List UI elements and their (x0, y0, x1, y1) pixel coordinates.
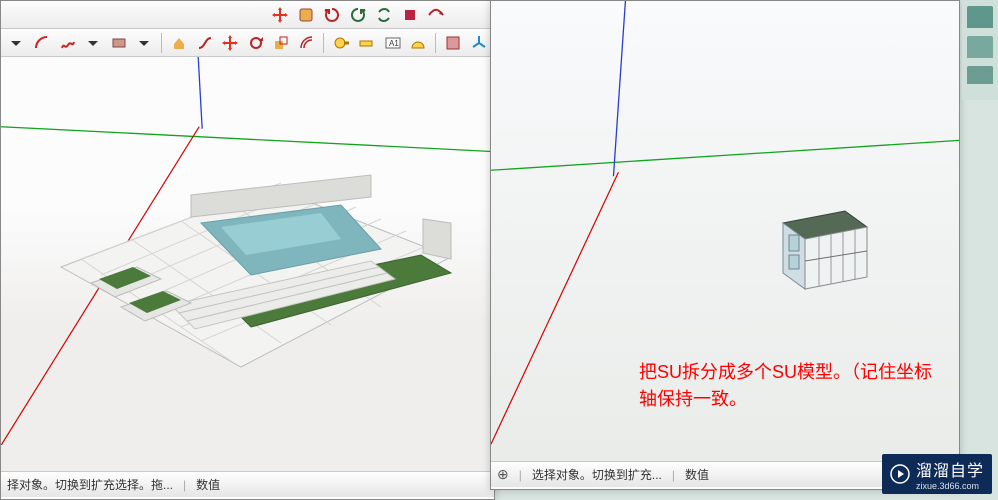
viewport-right[interactable]: 把SU拆分成多个SU模型。（记住坐标 轴保持一致。 (491, 1, 959, 461)
viewport-left[interactable] (1, 57, 494, 471)
move-icon[interactable] (268, 3, 291, 26)
dimension-icon[interactable] (356, 31, 379, 54)
side-panel-strip (962, 0, 998, 100)
model-site-plan (21, 127, 481, 407)
follow-icon[interactable] (193, 31, 216, 54)
text-icon[interactable]: A1 (382, 31, 405, 54)
svg-text:A1: A1 (389, 39, 399, 48)
status-hint: 选择对象。切换到扩充... (532, 466, 662, 483)
separator (435, 33, 437, 53)
watermark-badge: 溜溜自学 zixue.3d66.com (882, 454, 992, 494)
status-value-label: 数值 (196, 476, 220, 493)
side-panel-tab-2[interactable] (967, 36, 993, 58)
freehand-icon[interactable] (56, 31, 79, 54)
watermark-brand: 溜溜自学 (916, 463, 984, 480)
select-icon[interactable] (294, 3, 317, 26)
tape-icon[interactable] (330, 31, 353, 54)
separator: | (183, 478, 186, 492)
rotate-cw-icon[interactable] (320, 3, 343, 26)
side-panel-tab-1[interactable] (967, 6, 993, 28)
status-hint: 择对象。切换到扩充选择。拖... (7, 476, 173, 493)
rotate-ccw-icon[interactable] (346, 3, 369, 26)
status-value-label: 数值 (685, 466, 709, 483)
offset-icon[interactable] (296, 31, 319, 54)
pan-icon[interactable] (398, 3, 421, 26)
select-tool-icon[interactable]: ⊕ (497, 466, 509, 483)
separator (323, 33, 325, 53)
orbit-icon[interactable] (372, 3, 395, 26)
section-icon[interactable] (442, 31, 465, 54)
watermark-url: zixue.3d66.com (916, 481, 984, 491)
scale-icon[interactable] (270, 31, 293, 54)
toolbar-row-2: A1 (1, 29, 494, 57)
side-panel-tab-3[interactable] (967, 66, 993, 84)
rotate-icon[interactable] (244, 31, 267, 54)
pushpull-icon[interactable] (168, 31, 191, 54)
walk-icon[interactable] (424, 3, 447, 26)
rectangle-icon[interactable] (107, 31, 130, 54)
dropdown-icon[interactable] (5, 31, 28, 54)
sketchup-window-right: 把SU拆分成多个SU模型。（记住坐标 轴保持一致。 ⊕ | 选择对象。切换到扩充… (490, 0, 960, 490)
play-icon (890, 464, 910, 484)
axes-overlay (491, 1, 959, 459)
model-building (761, 201, 881, 301)
statusbar-left: 择对象。切换到扩充选择。拖... | 数值 (1, 471, 494, 497)
protractor-icon[interactable] (407, 31, 430, 54)
move-icon[interactable] (219, 31, 242, 54)
toolbar-row-1 (1, 1, 494, 29)
separator: | (519, 468, 522, 482)
separator: | (672, 468, 675, 482)
axes-icon[interactable] (467, 31, 490, 54)
dropdown-icon[interactable] (82, 31, 105, 54)
separator (161, 33, 163, 53)
sketchup-window-left: A1 (0, 0, 495, 500)
arc-icon[interactable] (31, 31, 54, 54)
dropdown-icon[interactable] (133, 31, 156, 54)
